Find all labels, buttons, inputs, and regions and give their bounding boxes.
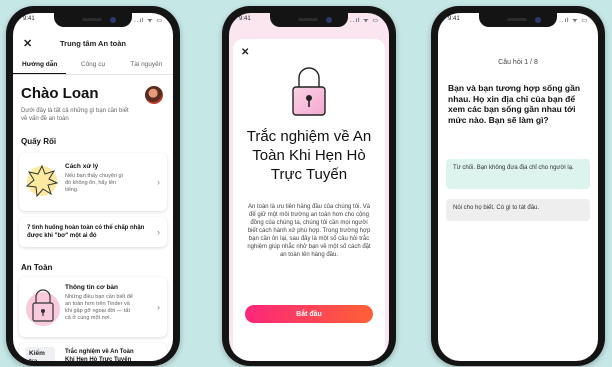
speech-burst-icon [25, 164, 59, 198]
start-button[interactable]: Bắt đầu [245, 305, 373, 323]
tab-bar: Hướng dẫn Công cụ Tài nguyên [13, 61, 173, 75]
quiz-intro-sheet: ✕ Trắc nghiệm về An Toàn Khi Hẹn Hò Trực… [233, 39, 385, 361]
card-basics[interactable]: Thông tin cơ bản Những điều bạn cần biết… [19, 277, 167, 337]
avatar[interactable] [145, 86, 163, 104]
greeting-subtitle: Dưới đây là tất cả những gì bạn cần biết… [21, 108, 129, 122]
section-title-safety: An Toàn [21, 263, 53, 272]
card-description: Những điều bạn cần biết để an toàn hơn t… [65, 294, 133, 321]
status-icons: ..ıl ᯤ ▭ [559, 18, 588, 24]
close-icon[interactable]: ✕ [241, 47, 249, 58]
question-counter: Câu hỏi 1 / 8 [498, 59, 538, 66]
screen: 9:41 ..ıl ᯤ ▭ ✕ Trắc nghiệm về An Toàn K… [229, 13, 389, 361]
status-time: 9:41 [239, 16, 251, 22]
question-text: Bạn và bạn tương hợp sống gần nhau. Họ x… [448, 83, 581, 125]
chevron-right-icon: › [157, 302, 160, 312]
quiz-title: Trắc nghiệm về An Toàn Khi Hẹn Hò Trực T… [246, 128, 372, 183]
screen: 9:41 ..ıl ᯤ ▭ ✕ Trung tâm An toàn Hướng … [13, 13, 173, 361]
lock-icon [292, 67, 326, 116]
answer-option-refuse[interactable]: Từ chối. Bạn không đưa địa chỉ cho người… [446, 159, 590, 189]
card-title: Cách xử lý [65, 163, 99, 170]
quiz-description: An toàn là ưu tiên hàng đầu của chúng tô… [247, 204, 371, 258]
card-title: Trắc nghiệm về An Toàn Khi Hẹn Hò Trực T… [65, 349, 134, 361]
status-icons: ..ıl ᯤ ▭ [350, 18, 379, 24]
phone-quiz-question: 9:41 ..ıl ᯤ ▭ Câu hỏi 1 / 8 Bạn và bạn t… [431, 6, 605, 366]
screen: 9:41 ..ıl ᯤ ▭ Câu hỏi 1 / 8 Bạn và bạn t… [438, 13, 598, 361]
phone-quiz-intro: 9:41 ..ıl ᯤ ▭ ✕ Trắc nghiệm về An Toàn K… [222, 6, 396, 366]
tab-tools[interactable]: Công cụ [66, 61, 119, 74]
notch [270, 13, 348, 27]
card-description: Nếu bạn thấy chuyện gì đó không ổn, hãy … [65, 173, 124, 193]
lock-icon [26, 289, 60, 326]
notch [54, 13, 132, 27]
card-ghosting[interactable]: 7 tình huống hoàn toàn có thể chấp nhận … [19, 217, 167, 247]
card-title: Thông tin cơ bản [65, 284, 119, 291]
quiz-badge: Kiểm tra [25, 347, 55, 361]
tab-guides[interactable]: Hướng dẫn [13, 61, 67, 74]
greeting: Chào Loan [21, 85, 99, 102]
card-how-to-handle[interactable]: Cách xử lý Nếu bạn thấy chuyện gì đó khô… [19, 153, 167, 211]
chevron-right-icon: › [157, 177, 160, 187]
card-quiz[interactable]: Kiểm tra Trắc nghiệm về An Toàn Khi Hẹn … [19, 343, 167, 361]
section-title-harassment: Quấy Rối [21, 137, 57, 146]
chevron-right-icon: › [157, 355, 160, 361]
status-time: 9:41 [23, 16, 35, 22]
page-title: Trung tâm An toàn [60, 39, 126, 48]
header: ✕ Trung tâm An toàn [13, 38, 173, 53]
card-title: 7 tình huống hoàn toàn có thể chấp nhận … [27, 225, 145, 239]
chevron-right-icon: › [157, 227, 160, 237]
status-icons: ..ıl ᯤ ▭ [134, 18, 163, 24]
notch [479, 13, 557, 27]
answer-option-tell[interactable]: Nói cho họ biết. Có gì to tát đâu. [446, 199, 590, 221]
tab-resources[interactable]: Tài nguyên [120, 61, 173, 74]
phone-safety-center: 9:41 ..ıl ᯤ ▭ ✕ Trung tâm An toàn Hướng … [6, 6, 180, 366]
status-time: 9:41 [448, 16, 460, 22]
